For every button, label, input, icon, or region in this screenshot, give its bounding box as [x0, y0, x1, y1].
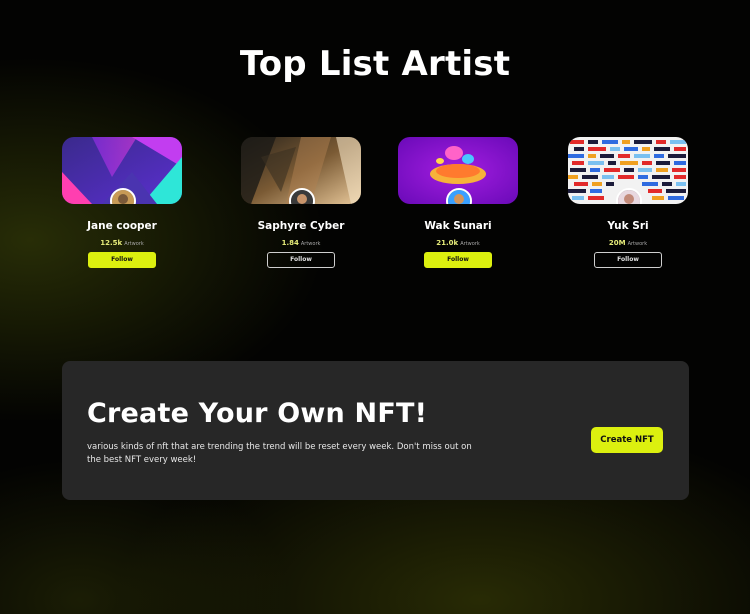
- artist-cover-image: [241, 137, 361, 204]
- artwork-count: 20M: [608, 239, 626, 247]
- section-title: Top List Artist: [239, 44, 511, 84]
- artist-cover-image: [568, 137, 688, 204]
- artist-cover-image: [62, 137, 182, 204]
- follow-button[interactable]: Follow: [594, 252, 662, 268]
- artist-name[interactable]: Jane cooper: [61, 220, 183, 232]
- artwork-unit: Artwork: [300, 241, 321, 247]
- artist-name[interactable]: Saphyre Cyber: [240, 220, 362, 232]
- create-nft-banner: Create Your Own NFT! various kinds of nf…: [62, 361, 689, 500]
- artist-card-saphyre-cyber[interactable]: Saphyre Cyber 1.84 Artwork Follow: [240, 137, 362, 268]
- artist-cover-image: [398, 137, 518, 204]
- create-nft-button[interactable]: Create NFT: [591, 427, 663, 453]
- follow-button[interactable]: Follow: [267, 252, 335, 268]
- artist-stat: 20M Artwork: [567, 235, 689, 249]
- artist-stat: 1.84 Artwork: [240, 235, 362, 249]
- artist-card-wak-sunari[interactable]: Wak Sunari 21.0k Artwork Follow: [397, 137, 519, 268]
- artwork-unit: Artwork: [627, 241, 648, 247]
- follow-button[interactable]: Follow: [88, 252, 156, 268]
- artist-card-jane-cooper[interactable]: Jane cooper 12.5k Artwork Follow: [61, 137, 183, 268]
- banner-description: various kinds of nft that are trending t…: [87, 442, 472, 465]
- artwork-count: 1.84: [281, 239, 299, 247]
- artist-card-yuk-sri[interactable]: Yuk Sri 20M Artwork Follow: [567, 137, 689, 268]
- artwork-count: 12.5k: [100, 239, 123, 247]
- artist-stat: 21.0k Artwork: [397, 235, 519, 249]
- follow-button[interactable]: Follow: [424, 252, 492, 268]
- artist-list: Jane cooper 12.5k Artwork Follow Saphyre…: [0, 137, 750, 277]
- artwork-count: 21.0k: [436, 239, 459, 247]
- artwork-unit: Artwork: [124, 241, 144, 247]
- artist-name[interactable]: Yuk Sri: [567, 220, 689, 232]
- artist-name[interactable]: Wak Sunari: [397, 220, 519, 232]
- banner-title: Create Your Own NFT!: [87, 398, 428, 429]
- artwork-unit: Artwork: [460, 241, 480, 247]
- artist-stat: 12.5k Artwork: [61, 235, 183, 249]
